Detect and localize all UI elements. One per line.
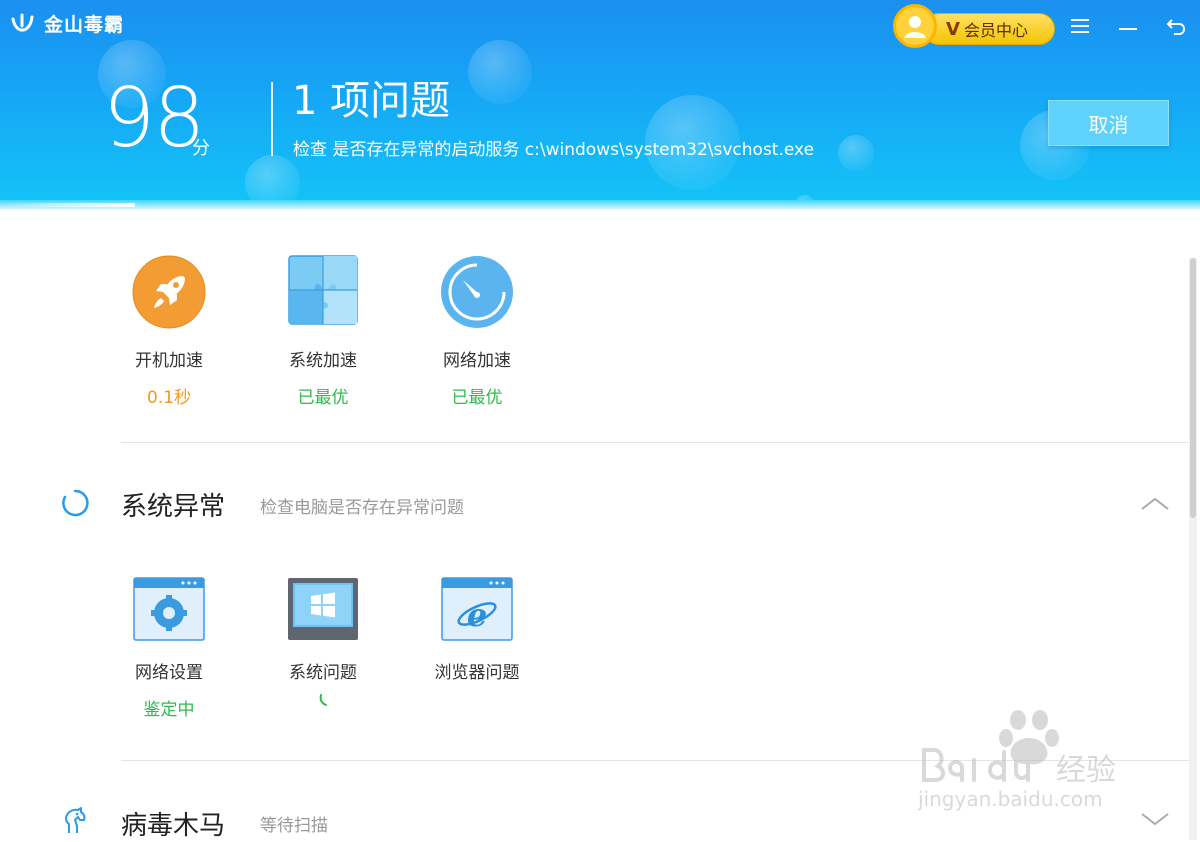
rocket-icon: [132, 255, 206, 329]
back-button[interactable]: [1160, 10, 1192, 42]
health-score: 98: [103, 71, 205, 166]
vip-badge: V: [946, 18, 960, 40]
avatar[interactable]: [893, 4, 937, 48]
section-subtitle-system: 检查电脑是否存在异常问题: [260, 498, 464, 518]
section-divider: [121, 760, 1191, 761]
chevron-up-icon[interactable]: [1140, 495, 1170, 513]
minimize-icon: [1119, 28, 1137, 30]
back-arrow-icon: [1166, 19, 1186, 35]
issue-count-title: 1 项问题: [292, 78, 451, 124]
score-unit: 分: [192, 138, 210, 159]
app-title: 金山毒霸: [44, 14, 125, 36]
section-subtitle-virus: 等待扫描: [260, 816, 328, 836]
speed-item-name: 开机加速: [135, 351, 203, 371]
user-icon: [904, 16, 926, 38]
speed-item-system[interactable]: 系统加速 已最优: [263, 254, 383, 408]
check-item-status: 鉴定中: [143, 700, 195, 720]
header: 金山毒霸 V 会员中心 98 分 1 项问题 检查 是否存在异常的启动服务 c:…: [0, 0, 1200, 206]
speedometer-icon: [441, 256, 513, 328]
trojan-horse-icon: [64, 807, 86, 833]
speed-item-name: 系统加速: [289, 351, 357, 371]
scan-status-text: 检查 是否存在异常的启动服务 c:\windows\system32\svcho…: [293, 140, 815, 160]
loading-spinner-icon: [319, 694, 327, 706]
settings-window-icon: [133, 577, 205, 641]
check-item-system-issues[interactable]: 系统问题: [263, 576, 383, 707]
app-logo: 金山毒霸: [10, 10, 124, 37]
vip-label: 会员中心: [963, 21, 1028, 40]
speed-item-network[interactable]: 网络加速 已最优: [417, 254, 537, 408]
decor-bubble: [245, 155, 300, 206]
minimize-button[interactable]: [1112, 10, 1144, 42]
puzzle-icon: [288, 255, 358, 325]
speed-item-status: 0.1秒: [146, 388, 192, 408]
vip-center-button[interactable]: V 会员中心: [893, 4, 1057, 50]
menu-button[interactable]: [1064, 10, 1096, 42]
section-title-system: 系统异常: [121, 492, 226, 522]
check-item-name: 系统问题: [289, 663, 357, 683]
vip-pill[interactable]: V 会员中心: [923, 13, 1055, 45]
speed-item-name: 网络加速: [443, 351, 511, 371]
decor-bubble: [468, 40, 532, 104]
duba-logo-icon: [11, 13, 34, 32]
decor-bubble: [838, 135, 874, 171]
header-divider: [271, 82, 273, 156]
speed-item-status: 已最优: [451, 388, 503, 408]
loading-spinner-icon: [62, 489, 89, 517]
scrollbar-thumb[interactable]: [1190, 258, 1196, 518]
speed-item-status: 已最优: [297, 388, 349, 408]
section-divider: [121, 442, 1191, 443]
header-bottom-edge: [0, 200, 1200, 210]
check-item-network-settings[interactable]: 网络设置 鉴定中: [109, 576, 229, 720]
speed-item-boot[interactable]: 开机加速 0.1秒: [109, 254, 229, 408]
cancel-button[interactable]: 取消: [1048, 100, 1169, 146]
scan-progress-indicator: [0, 203, 135, 207]
hamburger-menu-icon: [1071, 19, 1089, 33]
ie-browser-icon: e: [441, 577, 513, 641]
check-item-name: 网络设置: [135, 663, 203, 683]
svg-text:e: e: [467, 596, 487, 634]
windows-monitor-icon: [288, 578, 358, 640]
chevron-down-icon[interactable]: [1140, 810, 1170, 828]
section-title-virus: 病毒木马: [121, 811, 226, 841]
check-item-name: 浏览器问题: [434, 663, 520, 683]
check-item-browser-issues[interactable]: e 浏览器问题: [417, 576, 537, 683]
